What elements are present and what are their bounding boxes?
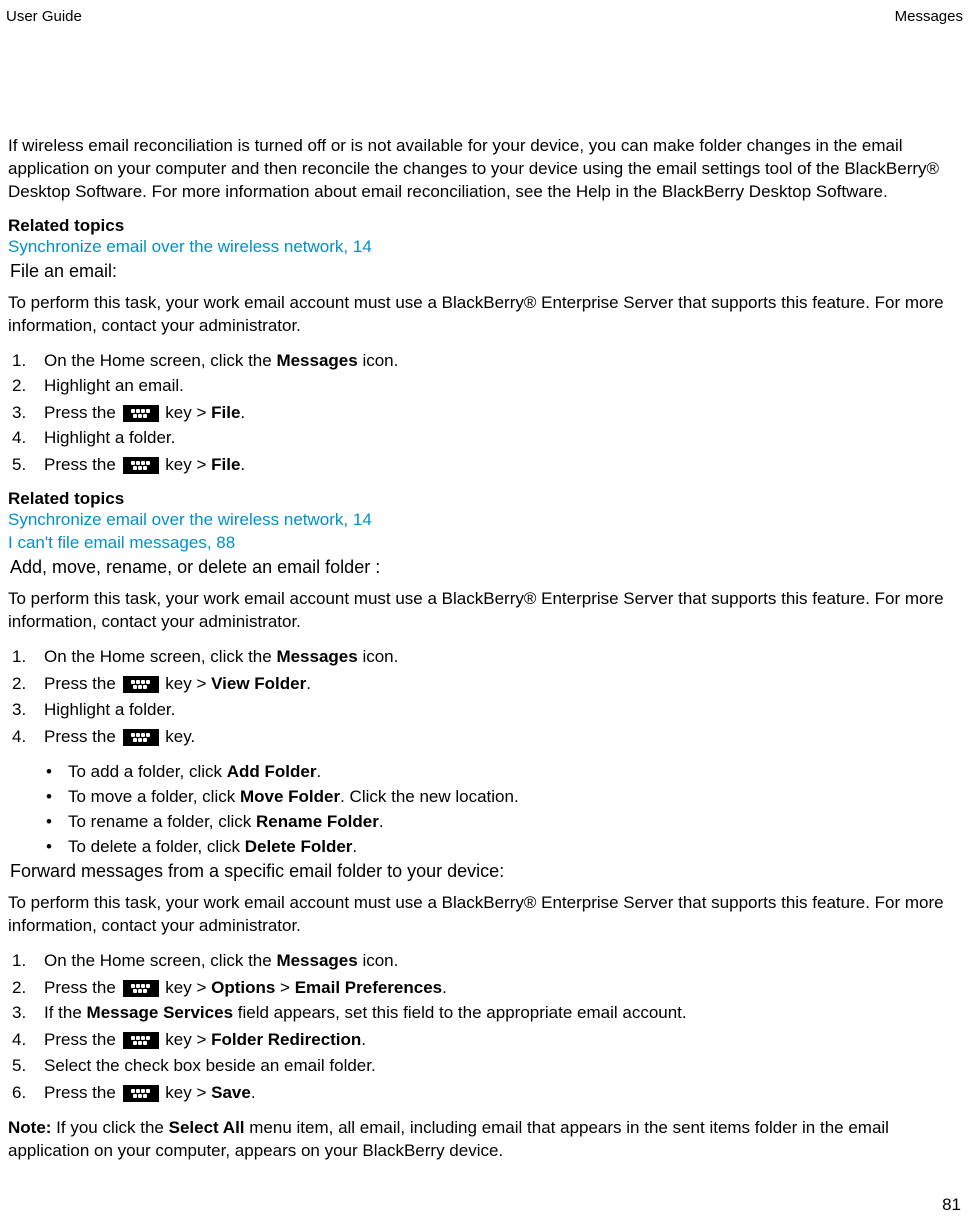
list-item: On the Home screen, click the Messages i… [8, 646, 965, 669]
link-sync-email[interactable]: Synchronize email over the wireless netw… [8, 509, 965, 532]
list-item: Press the key > Folder Redirection. [8, 1027, 965, 1053]
section2-intro: To perform this task, your work email ac… [8, 588, 965, 634]
list-item: Highlight a folder. [8, 699, 965, 722]
section-title-file-email: File an email: [8, 261, 965, 282]
page-header: User Guide Messages [0, 0, 973, 25]
section1-steps: On the Home screen, click the Messages i… [8, 350, 965, 478]
blackberry-key-icon [123, 405, 159, 422]
list-item: To delete a folder, click Delete Folder. [8, 836, 965, 859]
list-item: Highlight a folder. [8, 427, 965, 450]
intro-paragraph: If wireless email reconciliation is turn… [8, 135, 965, 204]
link-sync-email[interactable]: Synchronize email over the wireless netw… [8, 236, 965, 259]
list-item: To rename a folder, click Rename Folder. [8, 811, 965, 834]
blackberry-key-icon [123, 1085, 159, 1102]
list-item: Press the key > File. [8, 452, 965, 478]
section-title-add-move: Add, move, rename, or delete an email fo… [8, 557, 965, 578]
blackberry-key-icon [123, 729, 159, 746]
related-topics-label: Related topics [8, 489, 965, 509]
section2-bullets: To add a folder, click Add Folder. To mo… [8, 761, 965, 859]
list-item: To move a folder, click Move Folder. Cli… [8, 786, 965, 809]
link-cant-file[interactable]: I can't file email messages, 88 [8, 532, 965, 555]
list-item: If the Message Services field appears, s… [8, 1002, 965, 1025]
header-left: User Guide [6, 8, 82, 25]
page-content: If wireless email reconciliation is turn… [0, 25, 973, 1163]
section1-intro: To perform this task, your work email ac… [8, 292, 965, 338]
page-number: 81 [942, 1195, 961, 1215]
section-title-forward: Forward messages from a specific email f… [8, 861, 965, 882]
blackberry-key-icon [123, 1032, 159, 1049]
section3-steps: On the Home screen, click the Messages i… [8, 950, 965, 1105]
blackberry-key-icon [123, 980, 159, 997]
related-topics-label: Related topics [8, 216, 965, 236]
list-item: Press the key > File. [8, 400, 965, 426]
list-item: Highlight an email. [8, 375, 965, 398]
list-item: On the Home screen, click the Messages i… [8, 950, 965, 973]
section2-steps: On the Home screen, click the Messages i… [8, 646, 965, 749]
list-item: Press the key > Options > Email Preferen… [8, 975, 965, 1001]
list-item: Press the key. [8, 724, 965, 750]
section3-intro: To perform this task, your work email ac… [8, 892, 965, 938]
list-item: Select the check box beside an email fol… [8, 1055, 965, 1078]
list-item: Press the key > View Folder. [8, 671, 965, 697]
header-right: Messages [895, 8, 963, 25]
list-item: Press the key > Save. [8, 1080, 965, 1106]
note-paragraph: Note: If you click the Select All menu i… [8, 1117, 965, 1163]
list-item: On the Home screen, click the Messages i… [8, 350, 965, 373]
list-item: To add a folder, click Add Folder. [8, 761, 965, 784]
blackberry-key-icon [123, 457, 159, 474]
blackberry-key-icon [123, 676, 159, 693]
